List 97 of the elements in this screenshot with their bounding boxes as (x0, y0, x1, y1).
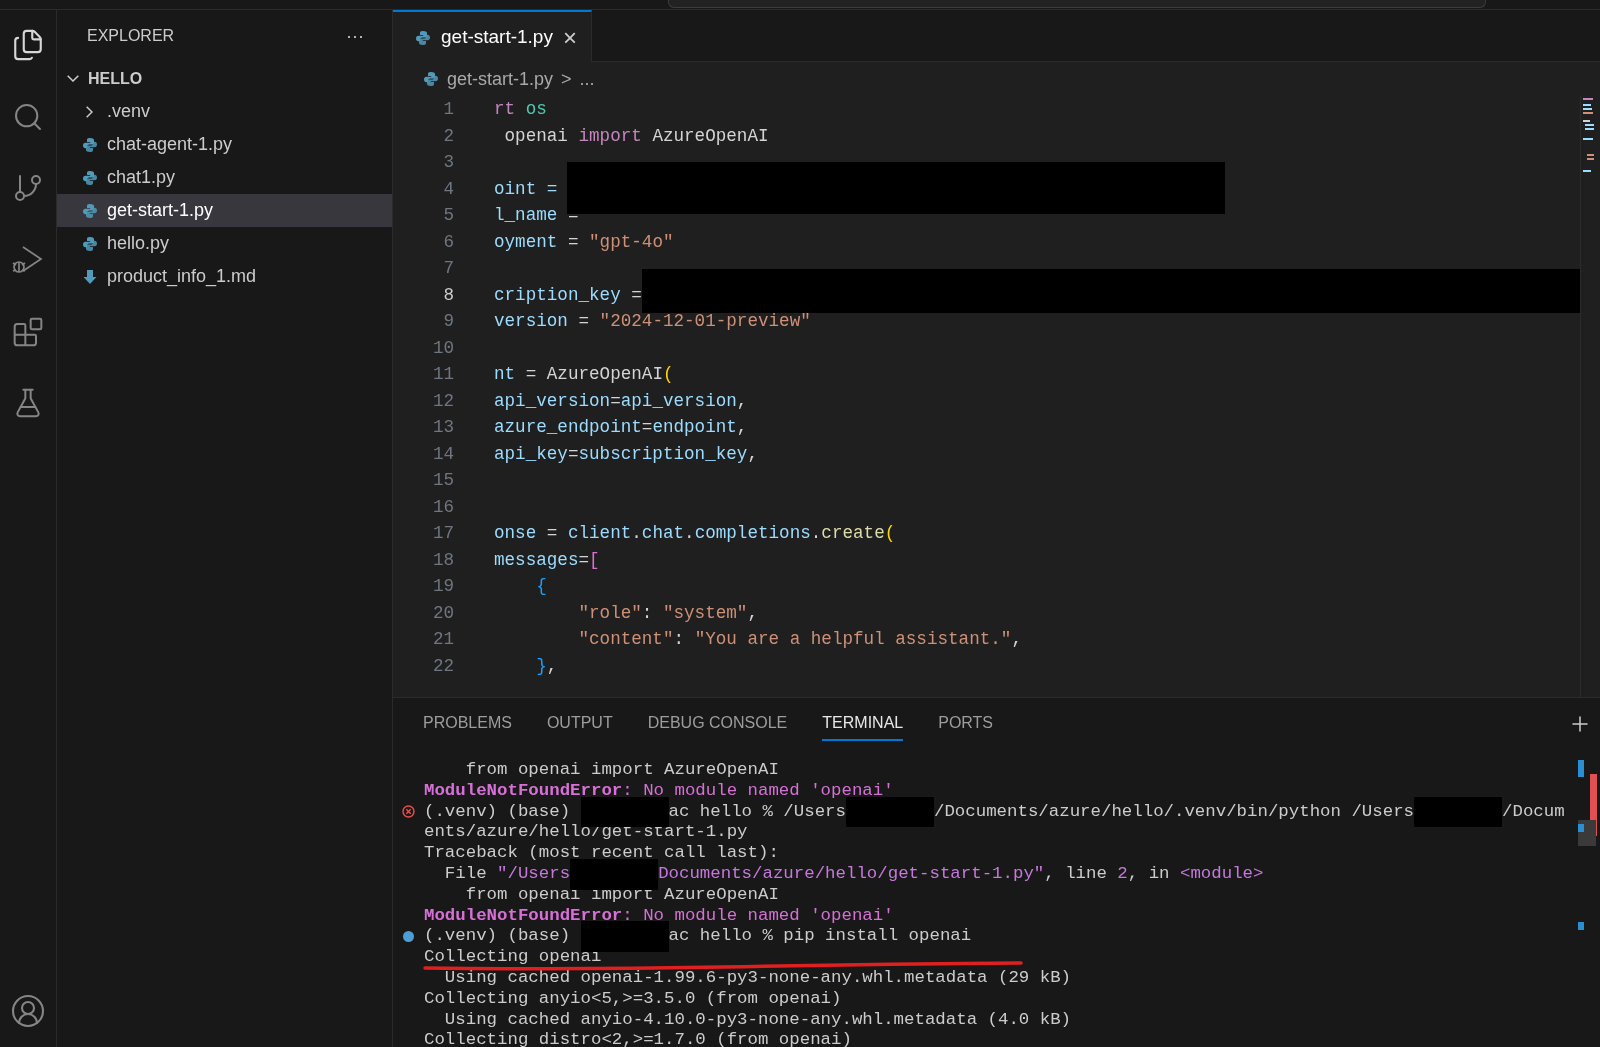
panel-tab[interactable]: TERMINAL (822, 707, 904, 741)
code-line: azure_endpoint=endpoint, (494, 416, 748, 439)
code-line: api_key=subscription_key, (494, 442, 758, 466)
line-number: 5 (443, 204, 454, 227)
breadcrumb-item[interactable]: ... (579, 65, 595, 93)
file-tree-item[interactable]: product_info_1.md (57, 260, 392, 293)
code-line: api_version=api_version, (494, 389, 748, 413)
code-line: "content": "You are a helpful assistant.", (577, 628, 1022, 651)
line-number: 9 (443, 310, 454, 333)
code-line: { (535, 575, 547, 598)
code-line: }, (535, 654, 558, 678)
error-marker-icon (402, 805, 415, 819)
line-number: 2 (443, 124, 454, 148)
more-actions-button[interactable]: ··· (346, 22, 364, 50)
panel-tab[interactable]: OUTPUT (546, 707, 613, 741)
terminal-text: /Documents/azure/hello/.venv/bin/python /Users (933, 801, 1415, 823)
python-file-icon (81, 169, 98, 186)
line-number: 15 (432, 469, 454, 492)
terminal-text: Collecting anyio<5,>=3.5.0 (from openai) (424, 988, 842, 1010)
code-line: messages=[ (494, 548, 600, 572)
terminal-text: ModuleNotFoundError (424, 780, 623, 802)
file-tree-item[interactable]: get-start-1.py (57, 194, 392, 227)
code-line: onse = client.chat.completions.create( (494, 522, 896, 545)
file-tree-item[interactable]: .venv (57, 95, 392, 128)
line-number: 17 (432, 522, 454, 545)
terminal-text: /Docum (1502, 801, 1565, 823)
code-line: oint = (494, 177, 558, 201)
panel-tab[interactable]: DEBUG CONSOLE (647, 707, 788, 741)
file-tree-item[interactable]: chat1.py (57, 161, 392, 194)
terminal-text: <module> (1179, 864, 1264, 885)
code-line: "role": "system", (577, 601, 758, 625)
code-line: openai import AzureOpenAI (503, 124, 769, 148)
terminal-text: Using cached anyio-4.10.0-py3-none-any.whl.metadata (4.0 kB) (443, 1009, 1072, 1031)
terminal-text: from openai import AzureOpenAI (464, 760, 779, 781)
code-line: rt os (494, 98, 547, 121)
search-icon[interactable] (12, 101, 44, 133)
code-line: cription_key = (494, 283, 642, 307)
line-number: 6 (443, 230, 454, 254)
line-number: 10 (432, 336, 454, 360)
terminal-text: : No module named 'openai' (622, 905, 894, 927)
line-number: 22 (432, 654, 454, 678)
line-number: 3 (443, 151, 454, 174)
extensions-icon[interactable] (12, 316, 44, 348)
files-icon[interactable] (11, 28, 45, 62)
line-number: 14 (432, 442, 454, 466)
terminal-text: Documents/azure/hello/get-start-1.py" (658, 864, 1045, 885)
terminal-text: (.venv) (base) (424, 926, 572, 948)
branch-icon[interactable] (12, 172, 44, 204)
terminal-text: : No module named 'openai' (622, 780, 894, 802)
line-number: 8 (443, 283, 454, 307)
terminal-text: 2 (1117, 864, 1128, 885)
terminal-text: Traceback (most recent call last): (424, 843, 779, 864)
line-number: 7 (443, 257, 454, 280)
panel-tab[interactable]: PROBLEMS (423, 707, 512, 741)
code-line: oyment = "gpt-4o" (494, 230, 674, 254)
file-tree-item[interactable]: chat-agent-1.py (57, 128, 392, 161)
code-line: version = "2024-12-01-preview" (494, 310, 811, 333)
line-number: 20 (432, 601, 454, 625)
terminal-text: ac hello % /Users (668, 801, 846, 823)
line-number: 4 (443, 177, 454, 201)
python-file-icon (81, 235, 98, 252)
folder-header[interactable]: HELLO (57, 62, 392, 95)
terminal-text: from openai import AzureOpenAI (464, 884, 779, 906)
python-file-icon (81, 136, 98, 153)
line-number: 16 (432, 495, 454, 519)
line-number: 13 (432, 416, 454, 439)
line-number: 18 (432, 548, 454, 572)
terminal-text: (.venv) (base) (424, 801, 572, 823)
terminal-text: "/Users (497, 864, 571, 885)
code-line: nt = AzureOpenAI( (494, 363, 674, 386)
panel-tab[interactable]: PORTS (938, 707, 994, 741)
terminal-text: ac hello % pip install openai (668, 926, 972, 948)
line-number: 12 (432, 389, 454, 413)
breadcrumb-separator: > (561, 67, 572, 91)
terminal-text: Using cached openai-1.99.6-py3-none-any.whl.metadata (29 kB) (443, 967, 1072, 989)
account-icon[interactable] (10, 993, 46, 1029)
terminal-text: Collecting distro<2,>=1.7.0 (from openai) (424, 1030, 852, 1047)
line-number: 21 (432, 628, 454, 651)
terminal-text: Collecting openai (424, 947, 602, 968)
explorer-title: EXPLORER (87, 26, 175, 46)
terminal-text: ents/azure/hello/get-start-1.py (424, 822, 748, 844)
arrow-down-icon (81, 268, 98, 285)
terminal-text: File (443, 864, 488, 885)
terminal-text: ModuleNotFoundError (424, 905, 623, 927)
breadcrumb-item[interactable]: get-start-1.py (447, 65, 554, 93)
editor-tab[interactable]: get-start-1.py × (393, 10, 592, 63)
terminal-text: , in (1127, 864, 1171, 885)
python-file-icon (415, 29, 431, 46)
line-number: 19 (432, 575, 454, 598)
close-button[interactable]: × (562, 25, 577, 50)
line-number: 11 (432, 363, 454, 386)
line-number: 1 (443, 98, 454, 121)
chevron-down-icon (67, 75, 79, 82)
python-file-icon (423, 71, 439, 87)
python-file-icon (81, 202, 98, 219)
file-tree-item[interactable]: hello.py (57, 227, 392, 260)
terminal-text: , line (1044, 864, 1108, 885)
